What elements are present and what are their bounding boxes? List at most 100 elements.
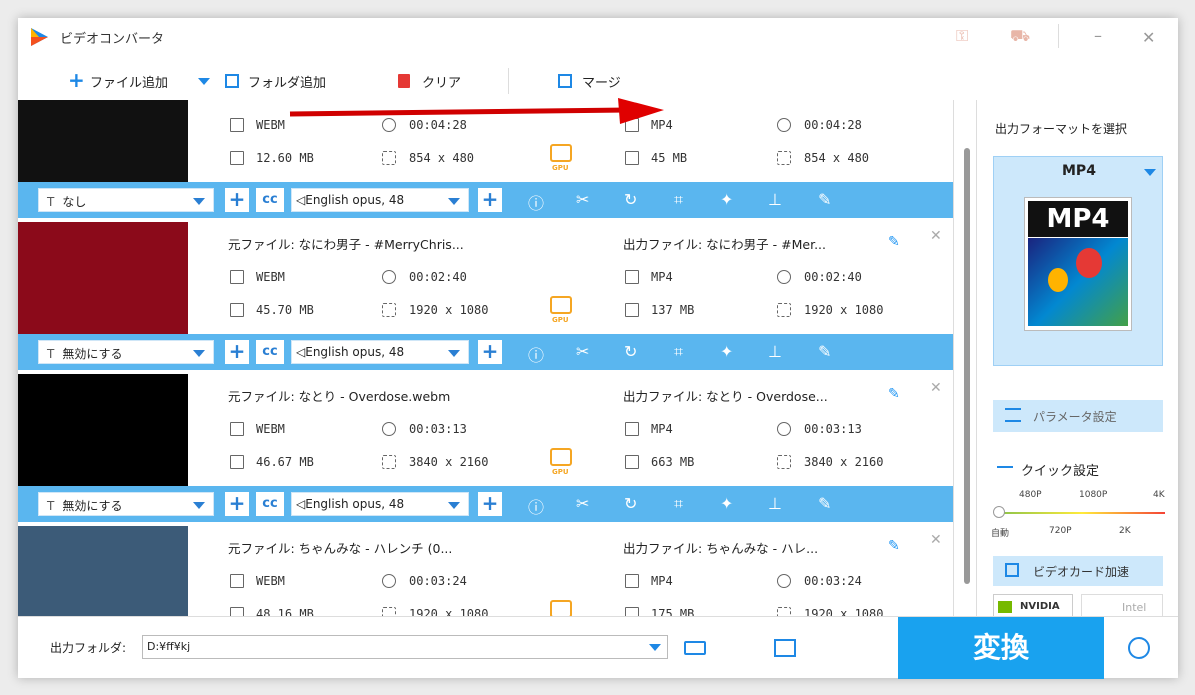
output-preview-icon[interactable]: [774, 639, 796, 657]
crop-icon[interactable]: ⌗: [674, 190, 683, 210]
clock-icon: [777, 422, 791, 436]
effects-wand-icon[interactable]: ✦: [720, 494, 733, 513]
merge-button[interactable]: マージ: [582, 72, 621, 91]
edit-pen-icon[interactable]: ✎: [818, 190, 831, 209]
edit-pen-icon[interactable]: ✎: [818, 494, 831, 513]
q-720p: 720P: [1049, 526, 1072, 536]
video-thumbnail[interactable]: [18, 374, 188, 486]
source-size: 46.67 MB: [256, 455, 314, 469]
edit-pen-icon[interactable]: ✎: [818, 342, 831, 361]
video-thumbnail[interactable]: [18, 526, 188, 616]
cc-button[interactable]: cc: [256, 492, 284, 516]
add-subtitle-button[interactable]: +: [225, 188, 249, 212]
source-size: 45.70 MB: [256, 303, 314, 317]
scissors-icon[interactable]: ✂: [576, 494, 589, 513]
subtitle-select[interactable]: T なし: [38, 188, 214, 212]
add-file-icon[interactable]: +: [68, 68, 85, 92]
text-icon: T: [47, 499, 55, 513]
source-resolution: 1920 x 1080: [409, 303, 489, 317]
crop-icon[interactable]: ⌗: [674, 342, 683, 362]
subtitle-select[interactable]: T 無効にする: [38, 340, 214, 364]
output-duration: 00:04:28: [804, 118, 862, 132]
file-list: WEBM 00:04:28 12.60 MB 854 x 480 GPU MP4…: [18, 100, 954, 616]
add-folder-button[interactable]: フォルダ追加: [248, 72, 326, 91]
cart-icon[interactable]: ⛟: [1010, 26, 1030, 47]
output-resolution: 1920 x 1080: [804, 303, 884, 317]
remove-file-icon[interactable]: ✕: [930, 532, 942, 548]
watermark-stamp-icon[interactable]: ⊥: [768, 494, 782, 513]
param-button[interactable]: パラメータ設定: [993, 400, 1163, 432]
audio-track-select[interactable]: ◁English opus, 48: [291, 492, 469, 516]
key-icon[interactable]: ⚿: [956, 26, 968, 46]
convert-button[interactable]: 変換: [898, 617, 1104, 679]
info-icon[interactable]: ⓘ: [528, 190, 544, 214]
add-audio-button[interactable]: +: [478, 492, 502, 516]
watermark-stamp-icon[interactable]: ⊥: [768, 342, 782, 361]
source-format: WEBM: [256, 422, 285, 436]
audio-track-select[interactable]: ◁English opus, 48: [291, 188, 469, 212]
scissors-icon[interactable]: ✂: [576, 342, 589, 361]
add-file-dropdown-icon[interactable]: [198, 78, 210, 85]
format-icon: [230, 422, 244, 436]
add-subtitle-button[interactable]: +: [225, 340, 249, 364]
resolution-icon: [777, 303, 791, 317]
edit-name-icon[interactable]: ✎: [888, 538, 900, 554]
resolution-icon: [777, 607, 791, 616]
format-selector[interactable]: MP4 MP4: [993, 156, 1163, 366]
rotate-icon[interactable]: ↻: [624, 190, 637, 209]
close-window-button[interactable]: ✕: [1142, 28, 1155, 47]
format-panel-title: 出力フォーマットを選択: [995, 122, 1128, 136]
scrollbar[interactable]: [962, 108, 972, 606]
mp4-format-icon: MP4: [1024, 197, 1132, 331]
edit-name-icon[interactable]: ✎: [888, 234, 900, 250]
rotate-icon[interactable]: ↻: [624, 494, 637, 513]
gpu-chip-icon: [1005, 563, 1019, 577]
quality-slider-track[interactable]: [999, 512, 1165, 514]
output-file-name: 出力ファイル: ちゃんみな - ハレ...: [623, 541, 819, 556]
source-duration: 00:03:24: [409, 574, 467, 588]
gpu-chip-icon: [550, 600, 572, 616]
remove-file-icon[interactable]: ✕: [930, 228, 942, 244]
add-subtitle-button[interactable]: +: [225, 492, 249, 516]
cc-button[interactable]: cc: [256, 340, 284, 364]
format-dropdown-icon[interactable]: [1144, 169, 1156, 176]
video-thumbnail[interactable]: [18, 100, 188, 182]
quality-slider-handle[interactable]: [993, 506, 1005, 518]
info-icon[interactable]: ⓘ: [528, 494, 544, 518]
add-folder-icon[interactable]: [225, 74, 239, 88]
trash-icon[interactable]: [398, 74, 410, 88]
gpu-accel-label: ビデオカード加速: [993, 556, 1163, 586]
add-audio-button[interactable]: +: [478, 340, 502, 364]
rotate-icon[interactable]: ↻: [624, 342, 637, 361]
info-icon[interactable]: ⓘ: [528, 342, 544, 366]
filesize-icon: [230, 151, 244, 165]
chevron-down-icon: [193, 502, 205, 509]
filesize-icon: [230, 607, 244, 616]
edit-name-icon[interactable]: ✎: [888, 386, 900, 402]
crop-icon[interactable]: ⌗: [674, 494, 683, 514]
add-file-button[interactable]: ファイル追加: [90, 72, 168, 91]
open-folder-icon[interactable]: [684, 641, 706, 655]
effects-wand-icon[interactable]: ✦: [720, 190, 733, 209]
minimize-button[interactable]: –: [1094, 26, 1102, 45]
alarm-icon[interactable]: [1128, 637, 1150, 659]
red-arrow-annotation: [289, 98, 664, 124]
merge-icon[interactable]: [558, 74, 572, 88]
add-audio-button[interactable]: +: [478, 188, 502, 212]
q-2k: 2K: [1119, 526, 1131, 536]
app-logo-icon: [31, 28, 48, 46]
cc-button[interactable]: cc: [256, 188, 284, 212]
video-thumbnail[interactable]: [18, 222, 188, 334]
effects-wand-icon[interactable]: ✦: [720, 342, 733, 361]
text-icon: T: [47, 347, 55, 361]
watermark-stamp-icon[interactable]: ⊥: [768, 190, 782, 209]
format-icon: [625, 270, 639, 284]
audio-track-select[interactable]: ◁English opus, 48: [291, 340, 469, 364]
output-folder-field[interactable]: D:¥ff¥kj: [142, 635, 668, 659]
remove-file-icon[interactable]: ✕: [930, 380, 942, 396]
folder-dropdown-icon[interactable]: [649, 644, 661, 651]
scissors-icon[interactable]: ✂: [576, 190, 589, 209]
clear-button[interactable]: クリア: [422, 72, 461, 91]
subtitle-select[interactable]: T 無効にする: [38, 492, 214, 516]
chevron-down-icon: [448, 502, 460, 509]
